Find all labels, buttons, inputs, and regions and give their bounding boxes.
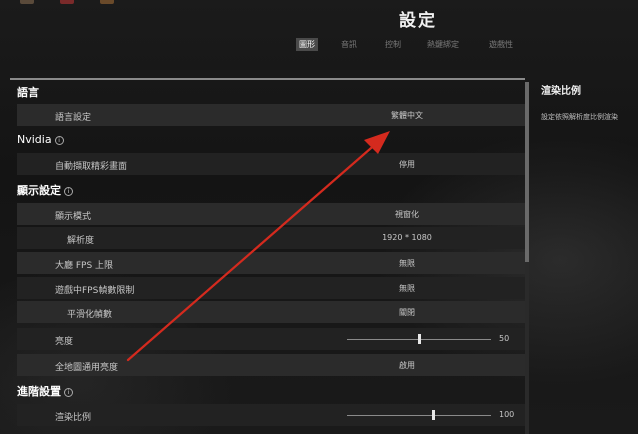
brightness-slider-thumb[interactable] [418, 334, 421, 344]
lobby-fps-value[interactable]: 無限 [347, 258, 467, 269]
scrollbar-thumb[interactable] [525, 82, 529, 262]
row-label: 自動擷取精彩畫面 [55, 162, 128, 172]
render-scale-value: 100 [499, 410, 515, 419]
info-icon[interactable]: i [64, 187, 73, 196]
info-icon[interactable]: i [64, 388, 73, 397]
resolution-value[interactable]: 1920 * 1080 [347, 233, 467, 242]
row-smooth-frames[interactable]: 平滑化幀數 關閉 [17, 301, 525, 323]
row-label: 遊戲中FPS幀數限制 [55, 286, 135, 296]
row-lobby-fps[interactable]: 大廳 FPS 上限 無限 [17, 252, 525, 274]
row-ingame-fps[interactable]: 遊戲中FPS幀數限制 無限 [17, 277, 525, 299]
section-title-language: 語言 [17, 86, 39, 99]
row-brightness[interactable]: 亮度 50 [17, 328, 525, 350]
row-label: 大廳 FPS 上限 [55, 261, 114, 271]
page-title: 設定 [399, 11, 437, 31]
language-dropdown-value[interactable]: 繁體中文 [347, 110, 467, 121]
row-label: 語言設定 [55, 113, 92, 123]
tab-keybindings[interactable]: 熱鍵綁定 [424, 38, 462, 51]
tab-audio[interactable]: 音訊 [338, 38, 360, 51]
info-panel-description: 設定依照解析度比例渲染 [541, 113, 618, 121]
smooth-frames-value[interactable]: 關閉 [347, 307, 467, 318]
top-indicators [20, 0, 140, 5]
auto-capture-value[interactable]: 停用 [347, 159, 467, 170]
row-label: 解析度 [67, 236, 95, 246]
settings-list[interactable]: 語言 語言設定 繁體中文 Nvidia i 自動擷取精彩畫面 停用 顯示設定 i 顯… [10, 78, 525, 434]
section-title-nvidia: Nvidia i [17, 133, 64, 146]
section-title-display: 顯示設定 i [17, 182, 73, 198]
tab-graphics[interactable]: 圖形 [296, 38, 318, 51]
row-display-mode[interactable]: 顯示模式 視窗化 [17, 203, 525, 225]
row-resolution[interactable]: 解析度 1920 * 1080 [17, 227, 525, 249]
row-map-brightness[interactable]: 全地圖通用亮度 啟用 [17, 354, 525, 376]
info-icon[interactable]: i [54, 136, 64, 145]
row-label: 亮度 [55, 337, 74, 347]
section-title-advanced: 進階設置 i [17, 383, 73, 399]
render-scale-slider-thumb[interactable] [432, 410, 436, 420]
info-panel-title: 渲染比例 [541, 86, 581, 97]
render-scale-slider[interactable] [347, 415, 491, 416]
ingame-fps-value[interactable]: 無限 [347, 283, 467, 294]
display-mode-value[interactable]: 視窗化 [347, 209, 467, 220]
map-brightness-value[interactable]: 啟用 [347, 360, 467, 371]
row-label: 平滑化幀數 [67, 310, 113, 320]
row-auto-capture[interactable]: 自動擷取精彩畫面 停用 [17, 153, 525, 175]
tab-gameplay[interactable]: 遊戲性 [486, 38, 516, 51]
row-label: 渲染比例 [55, 413, 92, 423]
row-language-setting[interactable]: 語言設定 繁體中文 [17, 104, 525, 126]
tab-controls[interactable]: 控制 [382, 38, 404, 51]
row-label: 全地圖通用亮度 [55, 363, 119, 373]
brightness-value: 50 [499, 334, 510, 343]
row-label: 顯示模式 [55, 212, 92, 222]
row-render-scale[interactable]: 渲染比例 100 [17, 404, 525, 426]
